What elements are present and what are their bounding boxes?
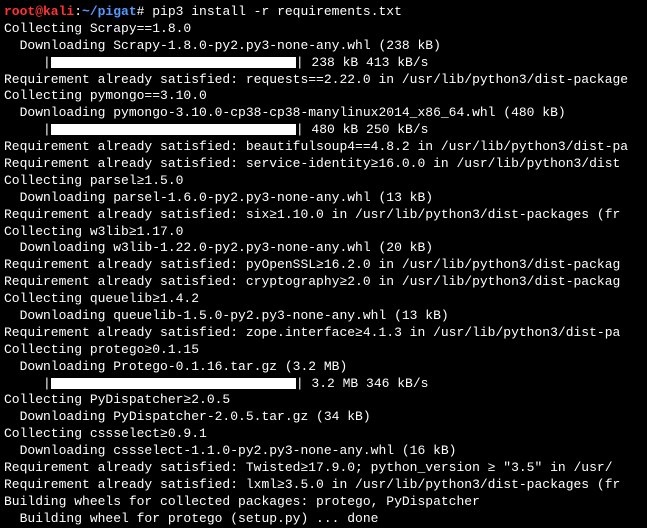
output-line: Downloading cssselect-1.1.0-py2.py3-none… [4,443,643,460]
output-line: Building wheels for collected packages: … [4,494,643,511]
output-line: Requirement already satisfied: cryptogra… [4,274,643,291]
terminal-output: root@kali:~/pigat# pip3 install -r requi… [4,4,643,528]
progress-prefix: | [4,122,51,137]
output-line: Downloading pymongo-3.10.0-cp38-cp38-man… [4,105,643,122]
output-line: Requirement already satisfied: beautiful… [4,139,643,156]
progress-bar-icon [51,124,296,135]
output-line: Requirement already satisfied: lxml≥3.5.… [4,477,643,494]
output-line: Collecting pymongo==3.10.0 [4,88,643,105]
output-line: Collecting protego≥0.1.15 [4,342,643,359]
output-line: Downloading queuelib-1.5.0-py2.py3-none-… [4,308,643,325]
output-line: Collecting cssselect≥0.9.1 [4,426,643,443]
progress-line: | | 238 kB 413 kB/s [4,55,643,72]
prompt-line[interactable]: root@kali:~/pigat# pip3 install -r requi… [4,4,643,21]
prompt-colon: : [74,4,82,19]
output-line: Requirement already satisfied: service-i… [4,156,643,173]
progress-prefix: | [4,55,51,70]
output-line: Downloading parsel-1.6.0-py2.py3-none-an… [4,190,643,207]
output-line: Building wheel for protego (setup.py) ..… [4,511,643,528]
output-line: Collecting w3lib≥1.17.0 [4,224,643,241]
progress-line: | | 480 kB 250 kB/s [4,122,643,139]
output-line: Collecting Scrapy==1.8.0 [4,21,643,38]
progress-suffix: | 3.2 MB 346 kB/s [296,376,429,391]
output-line: Requirement already satisfied: pyOpenSSL… [4,257,643,274]
output-line: Downloading PyDispatcher-2.0.5.tar.gz (3… [4,409,643,426]
progress-suffix: | 238 kB 413 kB/s [296,55,429,70]
output-line: Collecting parsel≥1.5.0 [4,173,643,190]
output-line: Requirement already satisfied: Twisted≥1… [4,460,643,477]
progress-prefix: | [4,376,51,391]
output-line: Collecting queuelib≥1.4.2 [4,291,643,308]
output-line: Downloading Scrapy-1.8.0-py2.py3-none-an… [4,38,643,55]
output-line: Requirement already satisfied: six≥1.10.… [4,207,643,224]
prompt-user: root@kali [4,4,74,19]
output-line: Downloading w3lib-1.22.0-py2.py3-none-an… [4,240,643,257]
prompt-path: ~/pigat [82,4,137,19]
output-line: Requirement already satisfied: zope.inte… [4,325,643,342]
command-text: pip3 install -r requirements.txt [144,4,401,19]
progress-bar-icon [51,57,296,68]
progress-suffix: | 480 kB 250 kB/s [296,122,429,137]
progress-bar-icon [51,378,296,389]
output-line: Downloading Protego-0.1.16.tar.gz (3.2 M… [4,359,643,376]
progress-line: | | 3.2 MB 346 kB/s [4,376,643,393]
output-line: Requirement already satisfied: requests=… [4,72,643,89]
output-line: Collecting PyDispatcher≥2.0.5 [4,392,643,409]
